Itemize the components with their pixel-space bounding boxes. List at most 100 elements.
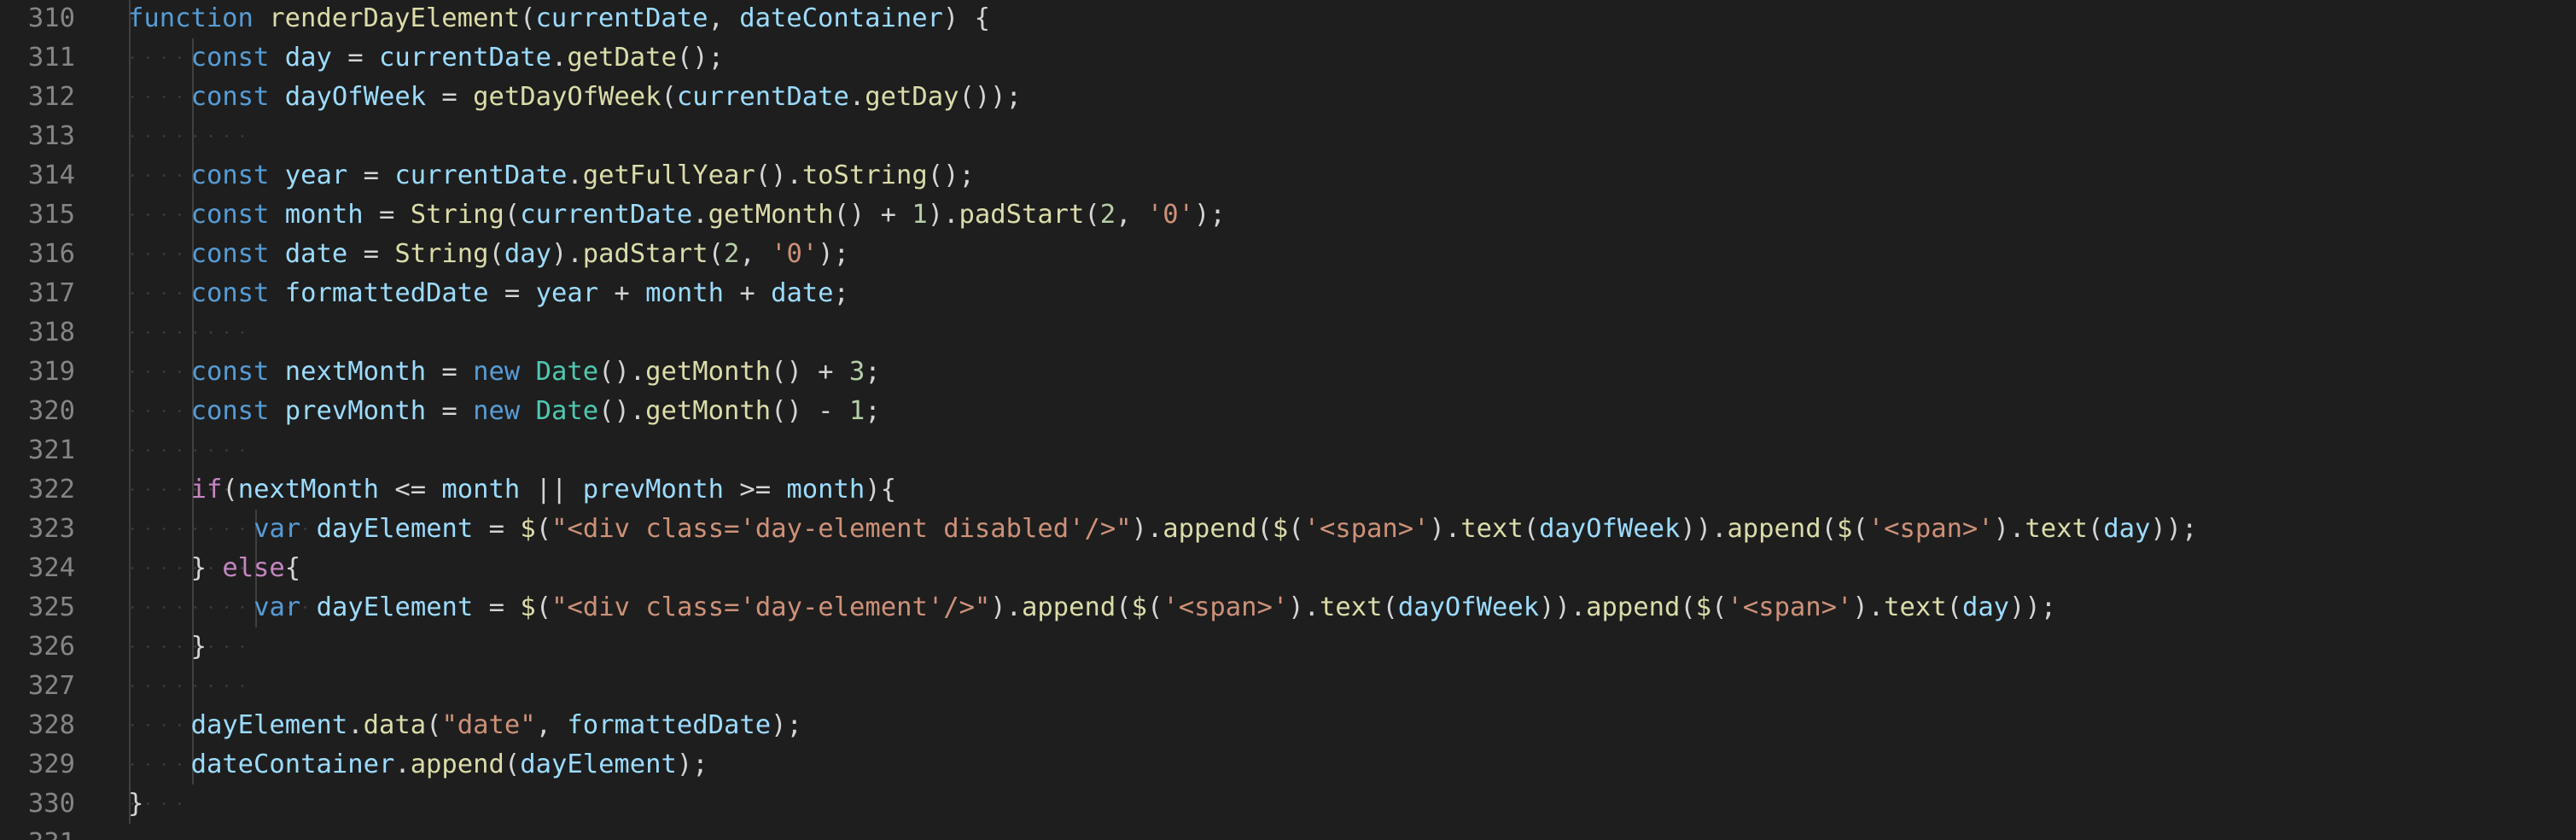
code-token: . [551, 43, 568, 73]
code-token: . [848, 82, 865, 112]
code-line[interactable]: 323 var dayElement = $("<div class='day-e… [0, 510, 2576, 549]
code-token: ); [771, 710, 802, 740]
code-token: . [394, 750, 411, 779]
code-line[interactable]: 311 const day = currentDate.getDate(); [0, 38, 2576, 78]
code-token: append [1586, 592, 1681, 622]
code-line[interactable]: 325 var dayElement = $("<div class='day-e… [0, 588, 2576, 627]
code-token: currentDate [535, 3, 708, 33]
code-token: >= [723, 475, 787, 505]
code-token: $ [520, 592, 536, 622]
code-token: ); [818, 239, 849, 269]
code-token: { [284, 553, 301, 583]
code-token: "<div class='day-element'/>" [551, 592, 991, 622]
code-token: (). [598, 396, 646, 426]
whitespace-markers [125, 331, 248, 334]
code-editor[interactable]: 310 function renderDayElement(currentDate… [0, 0, 2576, 840]
code-token: ( [535, 514, 552, 544]
code-token: ). [1429, 514, 1461, 544]
code-token: padStart [959, 200, 1085, 230]
line-number: 318 [27, 318, 75, 347]
code-line[interactable]: 317 const formattedDate = year + month + … [0, 274, 2576, 313]
code-token: $ [520, 514, 536, 544]
code-line[interactable]: 320 const prevMonth = new Date().getMonth… [0, 392, 2576, 431]
code-line[interactable]: 327 [0, 667, 2576, 706]
code-line[interactable]: 313 [0, 117, 2576, 156]
line-number: 315 [27, 200, 75, 230]
whitespace-markers [125, 449, 248, 452]
code-token: ){ [865, 475, 896, 505]
code-text: var dayElement = $("<div class='day-elem… [254, 588, 2056, 627]
code-token: getDate [567, 43, 677, 73]
code-line[interactable]: 318 [0, 313, 2576, 353]
code-token: ( [1523, 514, 1540, 544]
code-token: ( [2087, 514, 2104, 544]
code-token: (). [755, 160, 802, 190]
code-token: const [190, 357, 270, 387]
code-line[interactable]: 324} else{ [0, 549, 2576, 588]
code-token: + [598, 278, 646, 308]
code-token: ; [865, 357, 881, 387]
code-line[interactable]: 331 [0, 824, 2576, 840]
code-token: ( [488, 239, 504, 269]
code-token: ( [708, 239, 725, 269]
code-line[interactable]: 329 dateContainer.append(dayElement); [0, 745, 2576, 785]
code-token: "date" [441, 710, 536, 740]
line-number: 317 [27, 278, 75, 308]
code-token: ( [1116, 592, 1132, 622]
code-token: prevMonth [284, 396, 427, 426]
code-token: <= [378, 475, 442, 505]
code-token: dayElement [316, 592, 474, 622]
code-text: } [128, 785, 143, 824]
code-token: data [363, 710, 427, 740]
code-line[interactable]: 321 [0, 431, 2576, 470]
code-text: if(nextMonth <= month || prevMonth >= mo… [191, 470, 896, 510]
code-token: = [426, 357, 474, 387]
code-token: ( [1382, 592, 1398, 622]
code-token: ( [1084, 200, 1100, 230]
code-token: ( [1146, 592, 1163, 622]
code-token: )); [2009, 592, 2057, 622]
code-token: toString [801, 160, 928, 190]
code-token: $ [1131, 592, 1147, 622]
line-number: 316 [27, 239, 75, 269]
code-token: dayElement [520, 750, 677, 779]
code-token: '<span>' [1163, 592, 1289, 622]
code-line[interactable]: 319 const nextMonth = new Date().getMonth… [0, 353, 2576, 392]
code-token: = [347, 239, 395, 269]
code-token: const [190, 239, 270, 269]
code-token: String [410, 200, 504, 230]
code-line[interactable]: 314 const year = currentDate.getFullYear(… [0, 156, 2576, 195]
code-line[interactable]: 312 const dayOfWeek = getDayOfWeek(curren… [0, 78, 2576, 117]
code-token: $ [1695, 592, 1712, 622]
code-token: = [488, 278, 536, 308]
code-line[interactable]: 315 const month = String(currentDate.getM… [0, 195, 2576, 235]
code-text: } else{ [191, 549, 301, 588]
code-token: ) { [942, 3, 991, 33]
code-token: = [473, 592, 521, 622]
code-token: currentDate [394, 160, 568, 190]
code-token: ). [990, 592, 1023, 622]
code-token: . [347, 710, 364, 740]
code-line[interactable]: 322 if(nextMonth <= month || prevMonth >=… [0, 470, 2576, 510]
code-token: } [128, 789, 144, 819]
code-token: month [786, 475, 865, 505]
code-text: function renderDayElement(currentDate, d… [128, 0, 990, 38]
code-token: year [535, 278, 599, 308]
code-token: prevMonth [582, 475, 724, 505]
code-line[interactable]: 316 const date = String(day).padStart(2, … [0, 235, 2576, 274]
code-token: date [284, 239, 348, 269]
code-line[interactable]: 310 function renderDayElement(currentDate… [0, 0, 2576, 38]
code-line[interactable]: 328 dayElement.data("date", formattedDate… [0, 706, 2576, 745]
code-token: , [535, 710, 568, 740]
code-token: ( [504, 750, 521, 779]
code-token: ; [865, 396, 881, 426]
code-line[interactable]: 326} [0, 627, 2576, 667]
line-number: 321 [27, 435, 75, 465]
code-token: year [284, 160, 348, 190]
code-line[interactable]: 330} [0, 785, 2576, 824]
code-token: . [692, 200, 708, 230]
code-token: = [347, 160, 395, 190]
code-token: || [520, 475, 583, 505]
code-token: ( [1680, 592, 1696, 622]
code-token: getMonth [708, 200, 834, 230]
